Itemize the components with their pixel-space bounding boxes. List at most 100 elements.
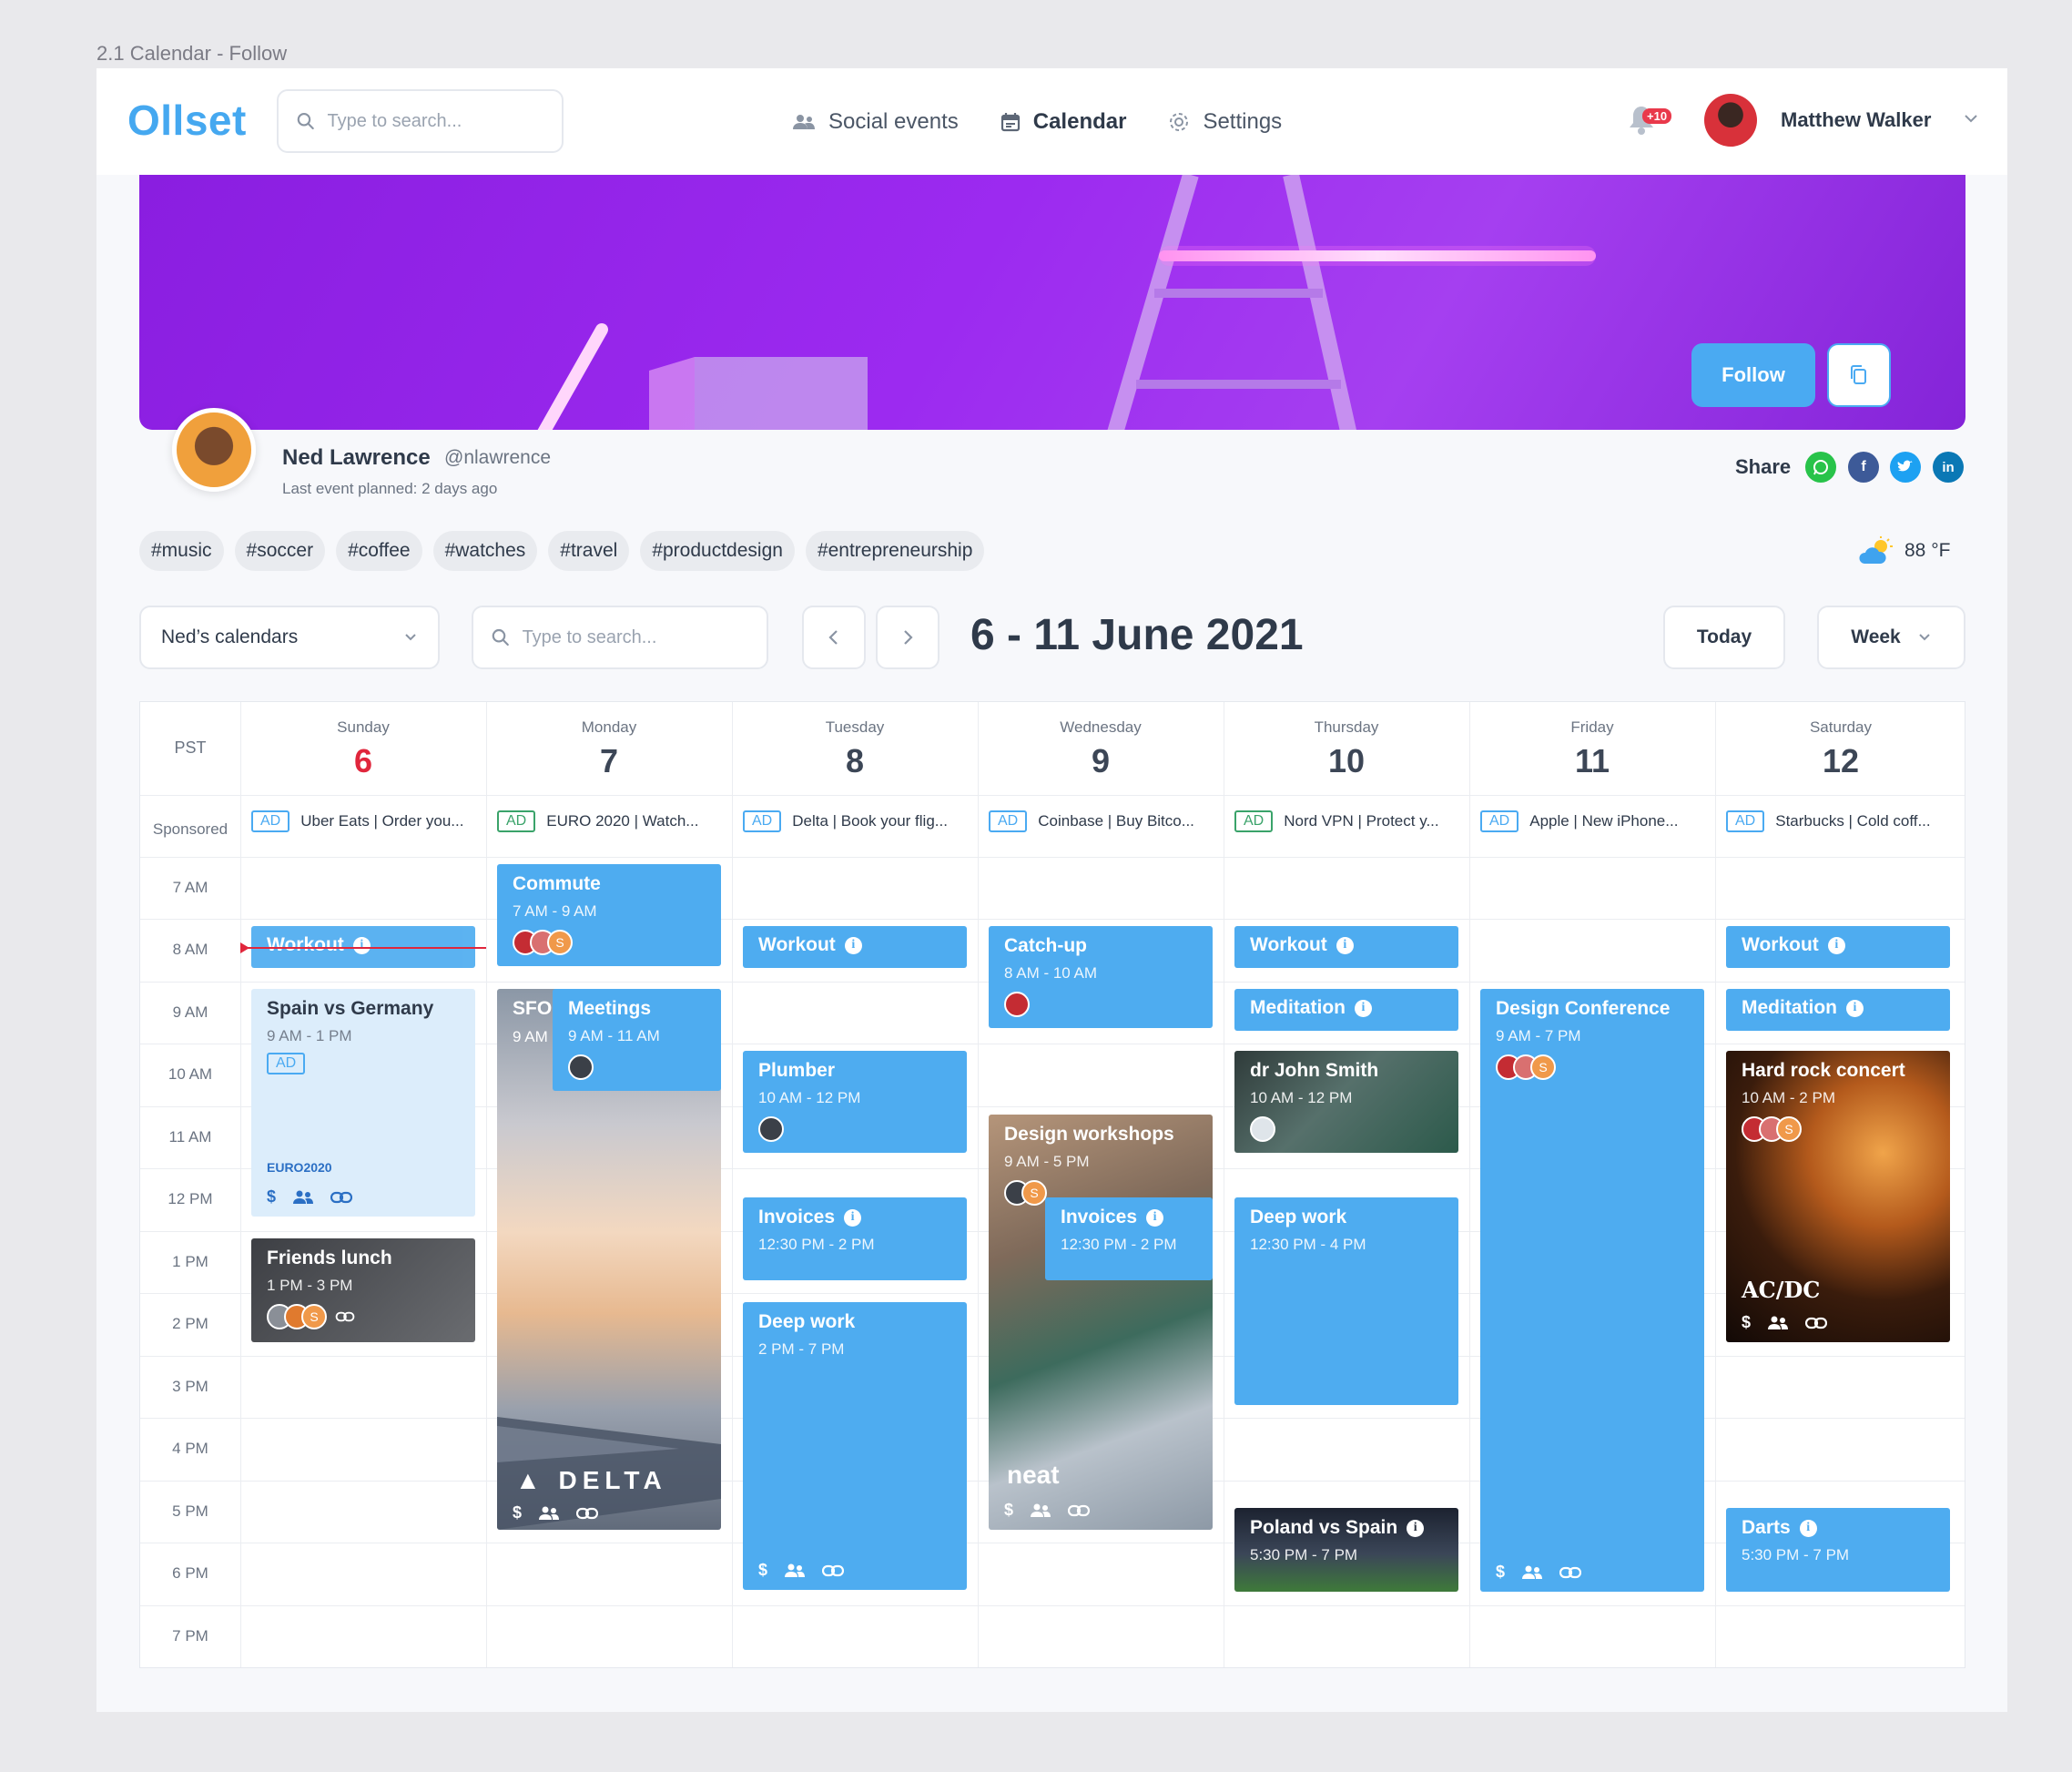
info-icon[interactable]: i — [352, 936, 371, 954]
info-icon[interactable]: i — [1827, 936, 1845, 954]
whatsapp-icon[interactable] — [1805, 452, 1836, 483]
link-icon[interactable] — [576, 1507, 599, 1520]
event-deep-work[interactable]: Deep work 2 PM - 7 PM $ — [743, 1302, 967, 1590]
today-button[interactable]: Today — [1663, 606, 1785, 669]
day-number[interactable]: 7 — [486, 742, 732, 780]
sponsored-ad[interactable]: AD Nord VPN | Protect y... — [1234, 810, 1464, 832]
link-icon[interactable] — [822, 1564, 845, 1577]
event-friends-lunch[interactable]: Friends lunch 1 PM - 3 PM S — [251, 1238, 475, 1342]
follow-button[interactable]: Follow — [1691, 343, 1815, 407]
ad-text: Starbucks | Cold coff... — [1775, 812, 1931, 830]
people-icon[interactable] — [1767, 1316, 1789, 1330]
sponsored-ad[interactable]: AD Delta | Book your flig... — [743, 810, 972, 832]
event-workout[interactable]: Workout i — [1234, 926, 1458, 968]
day-number[interactable]: 10 — [1224, 742, 1469, 780]
tag-chip[interactable]: #music — [139, 531, 224, 571]
sponsored-ad[interactable]: AD Uber Eats | Order you... — [251, 810, 481, 832]
event-spain-vs-germany[interactable]: Spain vs Germany 9 AM - 1 PM AD EURO2020… — [251, 989, 475, 1217]
link-icon[interactable] — [1559, 1566, 1582, 1579]
euro2020-logo: EURO2020 — [267, 1160, 332, 1175]
prev-week-button[interactable] — [802, 606, 866, 669]
people-icon[interactable] — [1030, 1503, 1051, 1518]
tag-chip[interactable]: #entrepreneurship — [805, 531, 985, 571]
day-number[interactable]: 11 — [1469, 742, 1715, 780]
user-avatar[interactable] — [1704, 94, 1757, 147]
day-number[interactable]: 9 — [978, 742, 1224, 780]
tag-chip[interactable]: #soccer — [234, 531, 326, 571]
people-icon[interactable] — [784, 1563, 806, 1578]
link-icon[interactable] — [1805, 1317, 1828, 1329]
event-poland-vs-spain[interactable]: Poland vs Spain i 5:30 PM - 7 PM — [1234, 1508, 1458, 1592]
tag-chip[interactable]: #coffee — [336, 531, 422, 571]
twitter-icon[interactable] — [1890, 452, 1921, 483]
chevron-down-icon[interactable] — [1963, 110, 1979, 127]
sponsored-ad[interactable]: AD Apple | New iPhone... — [1480, 810, 1710, 832]
event-meditation[interactable]: Meditation i — [1234, 989, 1458, 1031]
day-number[interactable]: 12 — [1715, 742, 1966, 780]
next-week-button[interactable] — [876, 606, 940, 669]
user-name[interactable]: Matthew Walker — [1781, 108, 1931, 132]
tag-chip[interactable]: #watches — [432, 531, 538, 571]
ad-text: Delta | Book your flig... — [792, 812, 948, 830]
dollar-icon[interactable]: $ — [1742, 1313, 1751, 1332]
event-design-workshops[interactable]: Design workshops 9 AM - 5 PM S neat $ — [989, 1115, 1213, 1530]
sponsored-ad[interactable]: AD EURO 2020 | Watch... — [497, 810, 726, 832]
event-deep-work[interactable]: Deep work 12:30 PM - 4 PM — [1234, 1197, 1458, 1405]
tag-chip[interactable]: #productdesign — [640, 531, 795, 571]
tag-chip[interactable]: #travel — [548, 531, 630, 571]
event-invoices[interactable]: Invoices i 12:30 PM - 2 PM — [1045, 1197, 1213, 1280]
info-icon[interactable]: i — [1146, 1208, 1164, 1227]
event-meetings[interactable]: Meetings 9 AM - 11 AM — [553, 989, 721, 1091]
event-hard-rock-concert[interactable]: Hard rock concert 10 AM - 2 PM S AC/DC $ — [1726, 1051, 1950, 1342]
header-search-input[interactable] — [327, 110, 562, 132]
calendar-search-input[interactable] — [522, 626, 767, 648]
event-invoices[interactable]: Invoices i 12:30 PM - 2 PM — [743, 1197, 967, 1280]
link-icon[interactable] — [330, 1191, 353, 1204]
dollar-icon[interactable]: $ — [758, 1561, 767, 1580]
linkedin-icon[interactable]: in — [1933, 452, 1964, 483]
event-catch-up[interactable]: Catch-up 8 AM - 10 AM — [989, 926, 1213, 1028]
dollar-icon[interactable]: $ — [1496, 1563, 1505, 1582]
info-icon[interactable]: i — [1799, 1519, 1817, 1537]
calendars-select[interactable]: Ned’s calendars — [139, 606, 440, 669]
event-workout[interactable]: Workout i — [1726, 926, 1950, 968]
facebook-icon[interactable]: f — [1848, 452, 1879, 483]
nav-settings[interactable]: Settings — [1168, 109, 1282, 135]
calendar-search[interactable] — [472, 606, 768, 669]
event-workout[interactable]: Workout i — [743, 926, 967, 968]
nav-social-events[interactable]: Social events — [792, 109, 959, 135]
app-logo[interactable]: Ollset — [127, 96, 247, 145]
event-meditation[interactable]: Meditation i — [1726, 989, 1950, 1031]
event-darts[interactable]: Darts i 5:30 PM - 7 PM — [1726, 1508, 1950, 1592]
event-commute[interactable]: Commute 7 AM - 9 AM S — [497, 864, 721, 966]
hour-label: 12 PM — [168, 1190, 213, 1207]
people-icon[interactable] — [538, 1506, 560, 1521]
nav-calendar[interactable]: Calendar — [1000, 109, 1126, 135]
sponsored-ad[interactable]: AD Starbucks | Cold coff... — [1726, 810, 1961, 832]
info-icon[interactable]: i — [1336, 936, 1354, 954]
dollar-icon[interactable]: $ — [267, 1187, 276, 1207]
view-select[interactable]: Week — [1817, 606, 1965, 669]
profile-avatar[interactable] — [172, 408, 256, 492]
info-icon[interactable]: i — [1355, 999, 1372, 1017]
event-title: Design workshops — [1004, 1124, 1174, 1145]
sponsored-ad[interactable]: AD Coinbase | Buy Bitco... — [989, 810, 1218, 832]
people-icon[interactable] — [292, 1190, 314, 1205]
day-number[interactable]: 8 — [732, 742, 978, 780]
info-icon[interactable]: i — [844, 936, 862, 954]
dollar-icon[interactable]: $ — [1004, 1501, 1013, 1520]
header-search[interactable] — [277, 89, 564, 153]
info-icon[interactable]: i — [844, 1208, 862, 1227]
event-title: Deep work — [758, 1311, 856, 1332]
event-doctor[interactable]: dr John Smith 10 AM - 12 PM — [1234, 1051, 1458, 1153]
day-number[interactable]: 6 — [240, 742, 486, 780]
info-icon[interactable]: i — [1407, 1519, 1425, 1537]
people-icon[interactable] — [1521, 1565, 1543, 1580]
copy-link-button[interactable] — [1827, 343, 1891, 407]
dollar-icon[interactable]: $ — [513, 1503, 522, 1522]
info-icon[interactable]: i — [1846, 999, 1864, 1017]
event-design-conference[interactable]: Design Conference 9 AM - 7 PM S $ — [1480, 989, 1704, 1592]
link-icon[interactable] — [335, 1311, 355, 1322]
event-plumber[interactable]: Plumber 10 AM - 12 PM — [743, 1051, 967, 1153]
link-icon[interactable] — [1068, 1504, 1091, 1517]
